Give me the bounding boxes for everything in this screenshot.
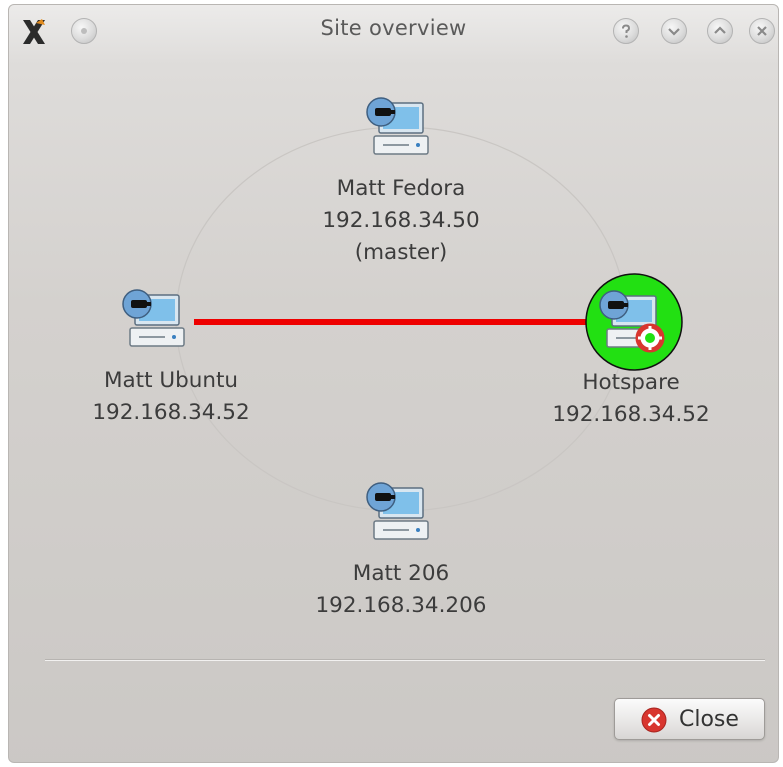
help-icon: [622, 24, 631, 38]
node-ip: 192.168.34.50: [322, 208, 480, 233]
node-name: Hotspare: [582, 370, 680, 395]
node-label-matt-ubuntu: Matt Ubuntu 192.168.34.52: [71, 365, 271, 429]
help-button[interactable]: [613, 18, 639, 44]
node-ip: 192.168.34.52: [92, 400, 250, 425]
node-name: Matt Ubuntu: [103, 368, 239, 393]
node-ip: 192.168.34.206: [315, 593, 487, 618]
close-button[interactable]: Close: [614, 698, 765, 740]
server-icon[interactable]: [366, 482, 429, 540]
close-window-button[interactable]: [749, 18, 775, 44]
server-icon[interactable]: [366, 97, 429, 155]
minimize-button[interactable]: [661, 18, 687, 44]
site-overview-window: Site overview Matt Fedora 192.168.34.50 …: [8, 4, 779, 763]
node-label-matt-206: Matt 206 192.168.34.206: [301, 558, 501, 622]
node-name: Matt Fedora: [336, 176, 466, 201]
hotspare-server-icon[interactable]: [585, 273, 683, 371]
maximize-button[interactable]: [707, 18, 733, 44]
server-icon[interactable]: [122, 289, 185, 347]
site-map-canvas: Matt Fedora 192.168.34.50 (master) Matt …: [9, 59, 778, 639]
footer-divider: [45, 659, 765, 661]
close-circle-icon: [641, 707, 667, 733]
node-role: (master): [354, 240, 448, 265]
chevron-down-icon: [668, 28, 680, 36]
title-bar[interactable]: Site overview: [9, 5, 778, 59]
node-name: Matt 206: [352, 561, 450, 586]
node-label-matt-fedora: Matt Fedora 192.168.34.50 (master): [301, 173, 501, 269]
node-ip: 192.168.34.52: [552, 402, 710, 427]
node-label-hotspare: Hotspare 192.168.34.52: [531, 367, 731, 431]
topology-graph: [122, 97, 683, 540]
chevron-up-icon: [714, 26, 726, 34]
close-button-label: Close: [679, 707, 739, 732]
close-icon: [757, 26, 767, 36]
